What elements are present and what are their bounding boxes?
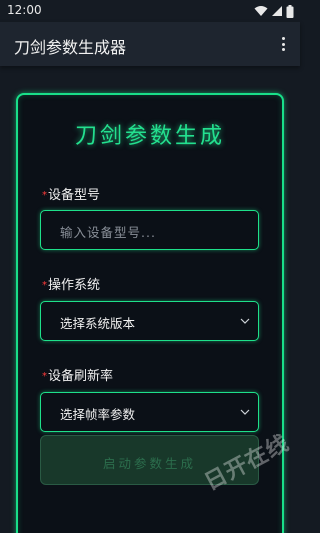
chevron-down-icon [240,318,250,324]
device-model-label: *设备型号 [42,184,100,203]
device-model-input[interactable]: 输入设备型号... [40,210,259,250]
signal-icon [272,6,282,16]
device-model-label-text: 设备型号 [48,188,101,203]
status-time: 12:00 [7,3,42,17]
required-mark: * [42,190,47,201]
os-select-value: 选择系统版本 [60,316,136,331]
refresh-rate-select-value: 选择帧率参数 [60,407,136,422]
refresh-rate-label-text: 设备刷新率 [48,369,114,384]
app-title: 刀剑参数生成器 [14,38,127,57]
os-label-text: 操作系统 [48,278,101,293]
card-title: 刀剑参数生成 [74,124,225,149]
wifi-icon [254,6,268,16]
os-select[interactable]: 选择系统版本 [40,301,259,341]
app-bar: 刀剑参数生成器 [0,22,300,66]
overflow-menu-icon[interactable] [276,34,290,54]
required-mark: * [42,280,47,291]
device-model-placeholder: 输入设备型号... [60,225,156,240]
os-label: *操作系统 [42,274,100,293]
status-icons [254,4,294,18]
required-mark: * [42,371,47,382]
chevron-down-icon [240,409,250,415]
refresh-rate-select[interactable]: 选择帧率参数 [40,392,259,432]
refresh-rate-label: *设备刷新率 [42,365,113,384]
status-bar: 12:00 [0,0,300,22]
battery-icon [286,4,294,18]
